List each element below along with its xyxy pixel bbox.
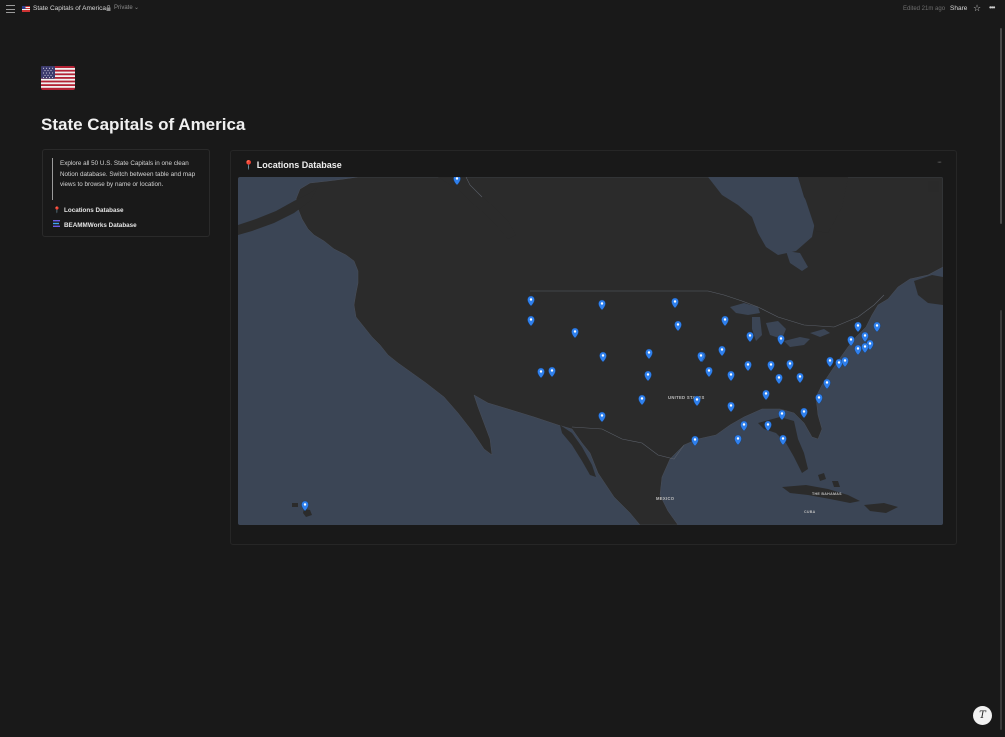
pushpin-icon: 📍 <box>243 160 255 170</box>
map-pin-icon[interactable] <box>841 356 849 368</box>
scrollbar-track-lower <box>1000 310 1002 730</box>
map-pin-icon[interactable] <box>826 356 834 368</box>
map-pin-icon[interactable] <box>548 366 556 378</box>
top-bar: State Capitals of America Private ⌄ Edit… <box>0 0 1005 20</box>
scrollbar-thumb[interactable] <box>1000 28 1002 224</box>
callout-text[interactable]: Explore all 50 U.S. State Capitals in on… <box>60 159 200 191</box>
map-pin-icon[interactable] <box>800 407 808 419</box>
pushpin-icon: 📍 <box>53 207 61 214</box>
capital-markers <box>301 177 881 512</box>
map-pin-icon[interactable] <box>598 411 606 423</box>
map-pin-icon[interactable] <box>778 409 786 421</box>
share-button[interactable]: Share <box>950 5 967 12</box>
map-pin-icon[interactable] <box>764 420 772 432</box>
database-icon <box>53 220 61 229</box>
map-pin-icon[interactable] <box>861 331 869 343</box>
map-pin-icon[interactable] <box>598 299 606 311</box>
map-pin-icon[interactable] <box>762 389 770 401</box>
database-title-text: Locations Database <box>256 160 342 170</box>
menu-icon[interactable] <box>6 5 15 14</box>
privacy-label[interactable]: Private <box>114 5 133 11</box>
flag-icon <box>22 6 30 12</box>
page-title[interactable]: State Capitals of America <box>41 115 245 135</box>
map-pin-icon[interactable] <box>796 372 804 384</box>
map-pin-icon[interactable] <box>767 360 775 372</box>
lock-icon <box>106 5 111 11</box>
quote-bar <box>52 158 53 200</box>
map-pin-icon[interactable] <box>777 334 785 346</box>
map-pin-icon[interactable] <box>746 331 754 343</box>
map-pin-icon[interactable] <box>644 370 652 382</box>
chevron-down-icon[interactable]: ⌄ <box>134 4 139 11</box>
map-pin-icon[interactable] <box>815 393 823 405</box>
map-pin-icon[interactable] <box>727 370 735 382</box>
map-pin-icon[interactable] <box>645 348 653 360</box>
map-pin-icon[interactable] <box>873 321 881 333</box>
map-pin-icon[interactable] <box>779 434 787 446</box>
link-label: Locations Database <box>64 207 124 214</box>
map-view[interactable]: UNITED STATES MEXICO THE BAHAMAS CUBA <box>238 177 943 525</box>
link-label: BEAMMWorks Database <box>64 222 137 229</box>
map-pin-icon[interactable] <box>527 295 535 307</box>
breadcrumb-page-title[interactable]: State Capitals of America <box>33 5 106 12</box>
us-flag-icon[interactable] <box>41 66 75 90</box>
map-pin-icon[interactable] <box>775 373 783 385</box>
map-pin-icon[interactable] <box>727 401 735 413</box>
map-pin-icon[interactable] <box>638 394 646 406</box>
notion-ai-button[interactable]: T <box>973 706 992 725</box>
map-pin-icon[interactable] <box>744 360 752 372</box>
map-pin-icon[interactable] <box>861 342 869 354</box>
map-pin-icon[interactable] <box>847 335 855 347</box>
map-pin-icon[interactable] <box>721 315 729 327</box>
map-pin-icon[interactable] <box>786 359 794 371</box>
map-pin-icon[interactable] <box>571 327 579 339</box>
database-more-icon[interactable]: ··· <box>937 159 942 166</box>
map-pin-icon[interactable] <box>674 320 682 332</box>
more-icon[interactable]: ••• <box>989 3 995 12</box>
edited-timestamp: Edited 21m ago <box>903 6 946 12</box>
map-pin-icon[interactable] <box>823 378 831 390</box>
map-pin-icon[interactable] <box>301 500 309 512</box>
map-pin-icon[interactable] <box>537 367 545 379</box>
map-pin-icon[interactable] <box>671 297 679 309</box>
map-pin-icon[interactable] <box>734 434 742 446</box>
link-locations-database[interactable]: 📍 Locations Database <box>53 206 124 214</box>
database-title[interactable]: 📍 Locations Database <box>243 160 342 171</box>
map-pin-icon[interactable] <box>691 435 699 447</box>
map-pin-icon[interactable] <box>718 345 726 357</box>
map-pin-icon[interactable] <box>740 420 748 432</box>
map-pin-icon[interactable] <box>705 366 713 378</box>
map-pin-icon[interactable] <box>453 177 461 186</box>
star-icon[interactable]: ☆ <box>973 3 981 14</box>
map-pin-icon[interactable] <box>599 351 607 363</box>
map-pin-icon[interactable] <box>854 321 862 333</box>
map-pin-icon[interactable] <box>693 395 701 407</box>
map-pin-icon[interactable] <box>527 315 535 327</box>
link-beammworks-database[interactable]: BEAMMWorks Database <box>53 220 137 229</box>
map-pin-icon[interactable] <box>854 344 862 356</box>
intro-callout: Explore all 50 U.S. State Capitals in on… <box>42 149 210 237</box>
